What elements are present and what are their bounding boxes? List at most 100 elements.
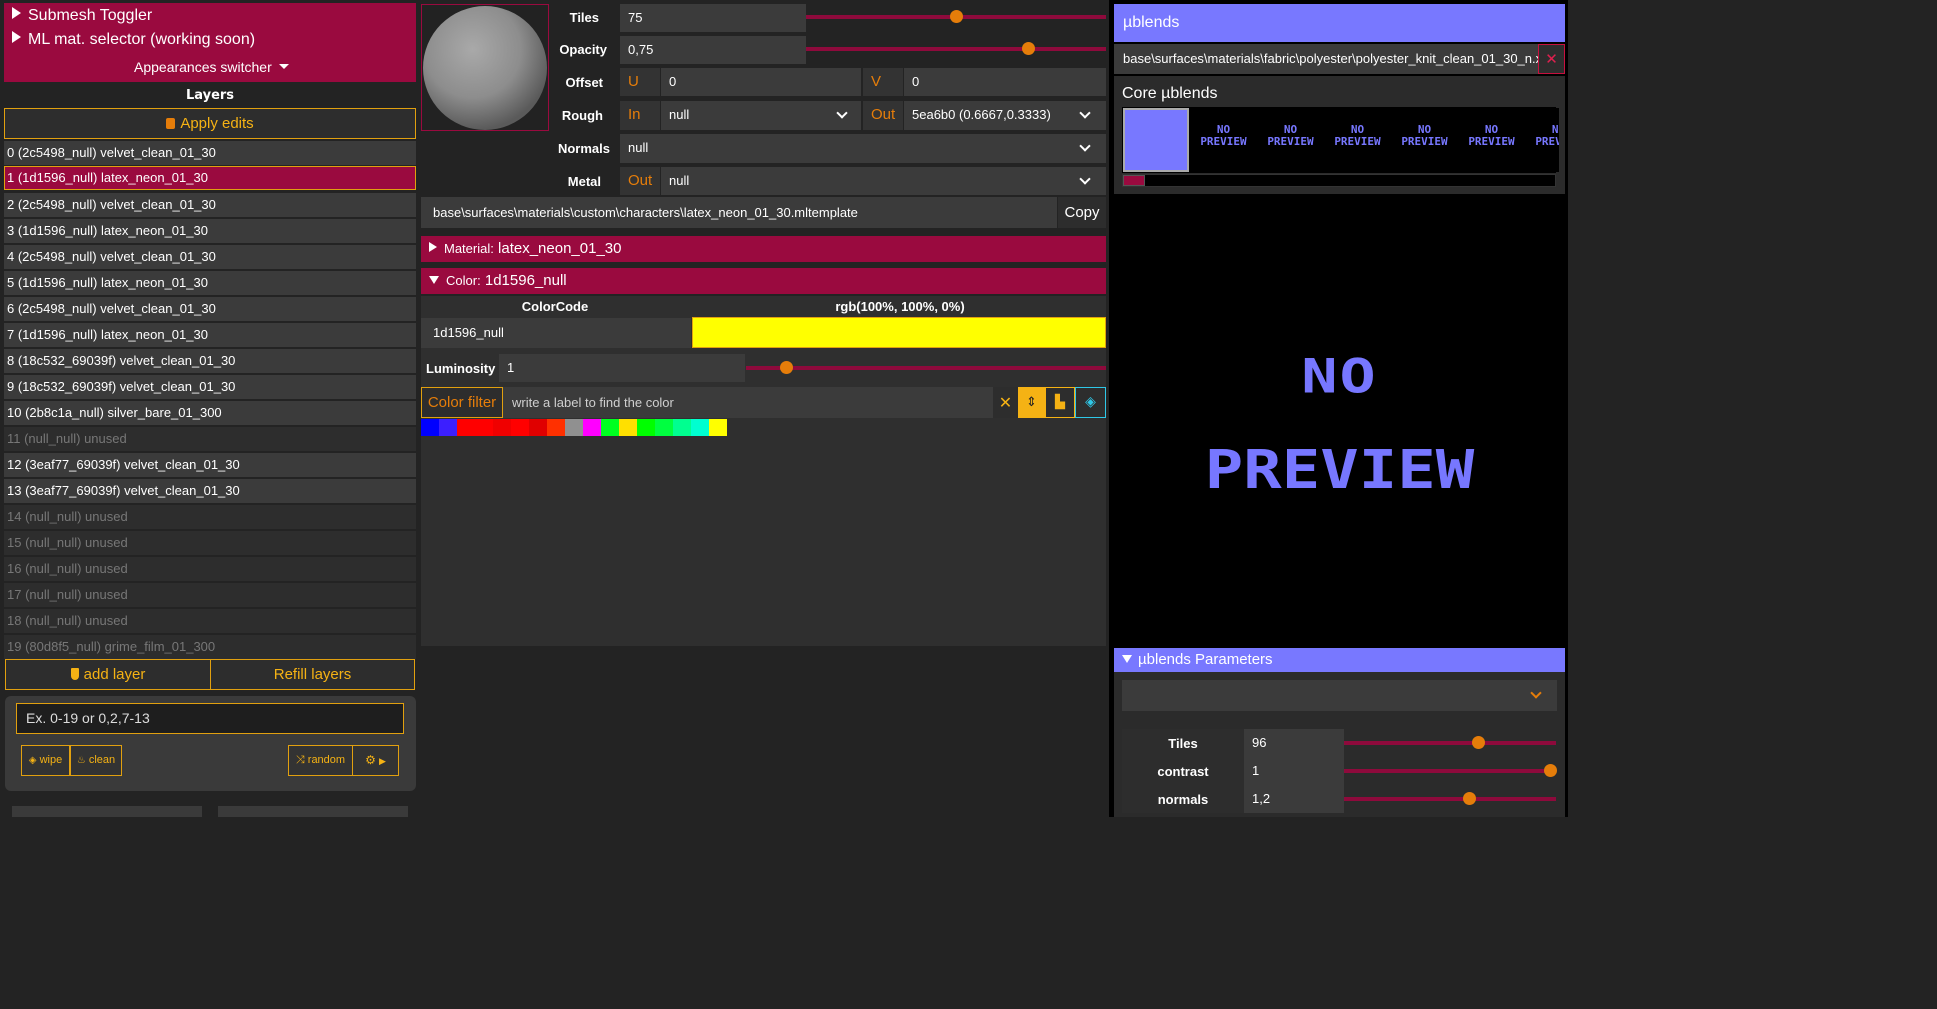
- color-swatch[interactable]: [439, 419, 457, 436]
- ublend-params-select[interactable]: [1122, 680, 1557, 711]
- ublend-normals-input[interactable]: 1,2: [1244, 785, 1344, 813]
- layer-range-input[interactable]: Ex. 0-19 or 0,2,7-13: [16, 703, 404, 734]
- color-swatch[interactable]: [529, 419, 547, 436]
- layer-row[interactable]: 0 (2c5498_null) velvet_clean_01_30: [4, 141, 416, 165]
- layer-row[interactable]: 9 (18c532_69039f) velvet_clean_01_30: [4, 375, 416, 399]
- template-path-field[interactable]: base\surfaces\materials\custom\character…: [421, 197, 1057, 228]
- layer-row[interactable]: 6 (2c5498_null) velvet_clean_01_30: [4, 297, 416, 321]
- ml-material-selector[interactable]: ML mat. selector (working soon): [12, 31, 255, 49]
- color-swatch[interactable]: [547, 419, 565, 436]
- appearances-switcher[interactable]: Appearances switcher: [134, 59, 289, 75]
- layer-row-unused[interactable]: 18 (null_null) unused: [4, 609, 416, 633]
- color-swatch[interactable]: [691, 419, 709, 436]
- offset-v-input[interactable]: 0: [904, 68, 1106, 96]
- random-button[interactable]: ⤨ random: [288, 745, 353, 776]
- eraser-icon[interactable]: ◈: [1075, 387, 1106, 418]
- ublend-tiles-input[interactable]: 96: [1244, 729, 1344, 757]
- color-filter-input[interactable]: write a label to find the color: [503, 387, 993, 418]
- sort-icon[interactable]: ⇕: [1018, 387, 1045, 418]
- color-swatch[interactable]: [619, 419, 637, 436]
- opacity-label: Opacity: [559, 42, 607, 57]
- tiles-slider-knob[interactable]: [950, 10, 963, 23]
- offset-v-label: V: [863, 68, 903, 96]
- ublend-thumb[interactable]: NOPREVIEW: [1459, 108, 1524, 172]
- color-swatch[interactable]: [421, 419, 439, 436]
- opacity-slider-knob[interactable]: [1022, 42, 1035, 55]
- color-swatch[interactable]: [601, 419, 619, 436]
- opacity-slider-track[interactable]: [806, 47, 1106, 51]
- ublend-thumb[interactable]: NOPREVIEW: [1526, 108, 1559, 172]
- bottom-tab[interactable]: [12, 806, 202, 817]
- clear-filter-icon[interactable]: ✕: [993, 387, 1018, 418]
- thumb-scrollbar-thumb[interactable]: [1123, 175, 1145, 186]
- layer-row-unused[interactable]: 14 (null_null) unused: [4, 505, 416, 529]
- refill-layers-button[interactable]: Refill layers: [210, 659, 415, 690]
- layer-row-unused[interactable]: 11 (null_null) unused: [4, 427, 416, 451]
- layer-row[interactable]: 7 (1d1596_null) latex_neon_01_30: [4, 323, 416, 347]
- layer-row-unused[interactable]: 17 (null_null) unused: [4, 583, 416, 607]
- layer-row[interactable]: 5 (1d1596_null) latex_neon_01_30: [4, 271, 416, 295]
- color-swatch[interactable]: [655, 419, 673, 436]
- color-editor-area: [421, 296, 1106, 646]
- ublend-thumb[interactable]: NOPREVIEW: [1392, 108, 1457, 172]
- color-preview-swatch[interactable]: [692, 317, 1106, 348]
- layer-row[interactable]: 8 (18c532_69039f) velvet_clean_01_30: [4, 349, 416, 373]
- color-swatch[interactable]: [457, 419, 475, 436]
- thumb-scrollbar-track[interactable]: [1122, 174, 1556, 187]
- settings-dropdown-button[interactable]: ⚙ ▶: [352, 745, 399, 776]
- layer-row[interactable]: 19 (80d8f5_null) grime_film_01_300: [4, 635, 416, 659]
- copy-button[interactable]: Copy: [1058, 197, 1106, 228]
- color-swatch[interactable]: [565, 419, 583, 436]
- clean-button[interactable]: ♨ clean: [70, 745, 122, 776]
- offset-u-input[interactable]: 0: [661, 68, 861, 96]
- color-swatch[interactable]: [493, 419, 511, 436]
- ublend-normals-slider-knob[interactable]: [1463, 792, 1476, 805]
- apply-edits-button[interactable]: Apply edits: [4, 108, 416, 139]
- ublend-path-field[interactable]: base\surfaces\materials\fabric\polyester…: [1114, 44, 1560, 74]
- luminosity-slider-knob[interactable]: [780, 361, 793, 374]
- layer-row[interactable]: 10 (2b8c1a_null) silver_bare_01_300: [4, 401, 416, 425]
- close-icon[interactable]: ✕: [1538, 44, 1565, 74]
- color-swatch[interactable]: [475, 419, 493, 436]
- ublend-tiles-slider-track[interactable]: [1344, 741, 1556, 745]
- ublend-normals-slider-track[interactable]: [1344, 797, 1556, 801]
- layer-row[interactable]: 12 (3eaf77_69039f) velvet_clean_01_30: [4, 453, 416, 477]
- ublends-params-header[interactable]: µblends Parameters: [1114, 648, 1565, 672]
- color-swatch[interactable]: [637, 419, 655, 436]
- ublend-contrast-slider-track[interactable]: [1344, 769, 1556, 773]
- color-swatch[interactable]: [583, 419, 601, 436]
- normals-select[interactable]: null: [620, 134, 1106, 163]
- rough-out-select[interactable]: 5ea6b0 (0.6667,0.3333): [904, 101, 1106, 130]
- ublend-thumb[interactable]: NOPREVIEW: [1258, 108, 1323, 172]
- palette-icon[interactable]: ▙: [1045, 387, 1075, 418]
- tiles-input[interactable]: 75: [620, 4, 806, 32]
- bottom-tab[interactable]: [218, 806, 408, 817]
- add-layer-button[interactable]: add layer: [5, 659, 211, 690]
- layer-row[interactable]: 13 (3eaf77_69039f) velvet_clean_01_30: [4, 479, 416, 503]
- layer-row[interactable]: 4 (2c5498_null) velvet_clean_01_30: [4, 245, 416, 269]
- metal-out-select[interactable]: null: [661, 167, 1106, 195]
- ublend-contrast-slider-knob[interactable]: [1544, 764, 1557, 777]
- layer-row[interactable]: 2 (2c5498_null) velvet_clean_01_30: [4, 193, 416, 217]
- submesh-toggler[interactable]: Submesh Toggler: [12, 7, 152, 25]
- color-section-header[interactable]: Color: 1d1596_null: [421, 268, 1106, 294]
- opacity-input[interactable]: 0,75: [620, 36, 806, 64]
- layer-row-unused[interactable]: 16 (null_null) unused: [4, 557, 416, 581]
- ublend-contrast-input[interactable]: 1: [1244, 757, 1344, 785]
- wipe-button[interactable]: ◈ wipe: [21, 745, 70, 776]
- material-section-header[interactable]: Material: latex_neon_01_30: [421, 236, 1106, 262]
- plug-icon: [70, 668, 79, 680]
- ublend-thumb[interactable]: NOPREVIEW: [1191, 108, 1256, 172]
- color-swatch[interactable]: [511, 419, 529, 436]
- color-swatch[interactable]: [709, 419, 727, 436]
- ublend-thumb[interactable]: NOPREVIEW: [1325, 108, 1390, 172]
- luminosity-slider-track[interactable]: [746, 366, 1106, 370]
- luminosity-input[interactable]: 1: [499, 354, 745, 382]
- ublend-thumb-selected[interactable]: [1123, 108, 1189, 172]
- layer-row[interactable]: 3 (1d1596_null) latex_neon_01_30: [4, 219, 416, 243]
- layer-row-selected[interactable]: 1 (1d1596_null) latex_neon_01_30: [4, 166, 416, 190]
- rough-in-select[interactable]: null: [661, 101, 861, 130]
- ublend-tiles-slider-knob[interactable]: [1472, 736, 1485, 749]
- layer-row-unused[interactable]: 15 (null_null) unused: [4, 531, 416, 555]
- color-swatch[interactable]: [673, 419, 691, 436]
